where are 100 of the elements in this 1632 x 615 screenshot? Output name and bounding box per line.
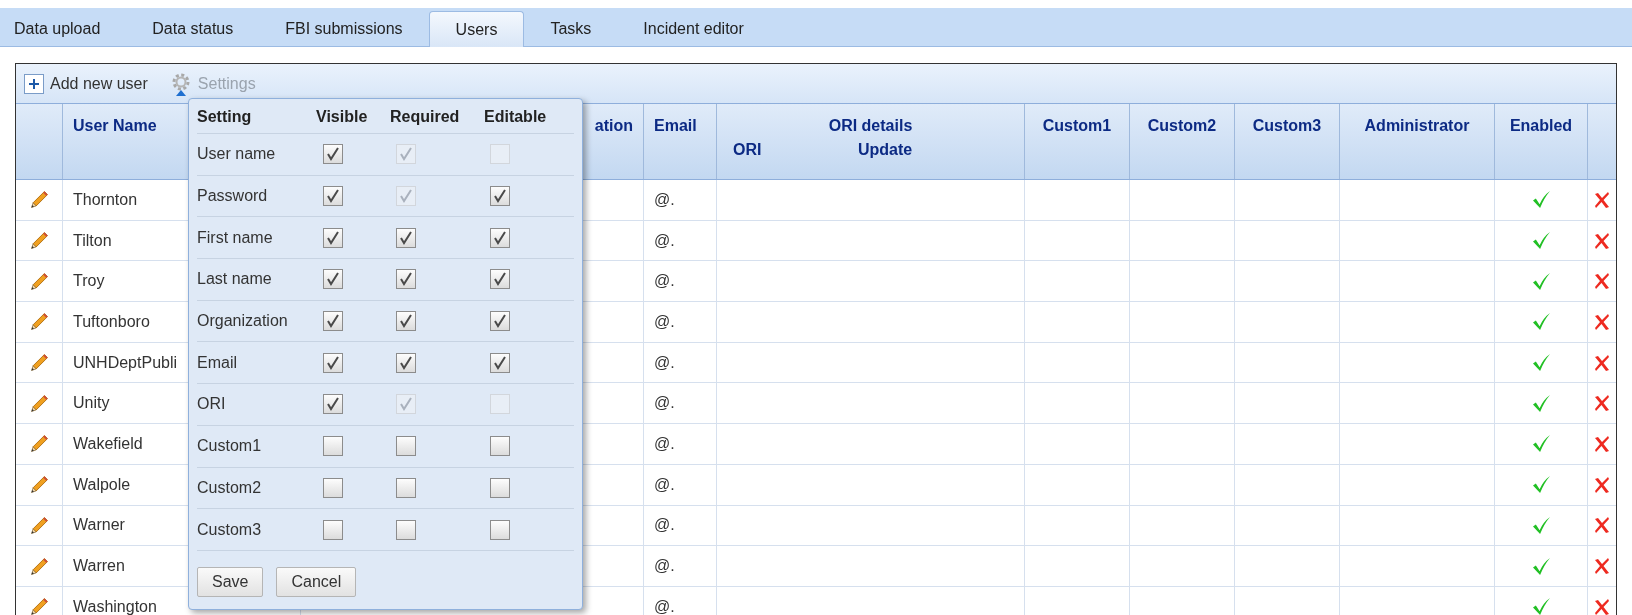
- table-cell: Tuftonboro: [73, 313, 150, 330]
- delete-icon[interactable]: [1594, 558, 1610, 575]
- setting-label: ORI: [197, 394, 227, 415]
- table-cell: Wakefield: [73, 435, 143, 452]
- delete-icon[interactable]: [1594, 517, 1610, 534]
- delete-icon[interactable]: [1594, 273, 1610, 290]
- delete-icon[interactable]: [1594, 191, 1610, 208]
- column-header: Required: [390, 107, 461, 127]
- pencil-icon[interactable]: [30, 272, 48, 290]
- table-cell: UNHDeptPubli: [73, 354, 178, 371]
- setting-label: Email: [197, 352, 238, 373]
- checkbox[interactable]: [396, 352, 416, 373]
- column-header: ation: [594, 116, 633, 136]
- checkbox[interactable]: [323, 519, 343, 540]
- column-header: Custom1: [1042, 116, 1112, 136]
- checkbox[interactable]: [323, 394, 343, 415]
- tab[interactable]: FBI submissions: [259, 11, 429, 46]
- pencil-icon[interactable]: [30, 435, 48, 453]
- pencil-icon[interactable]: [30, 191, 48, 209]
- checkbox[interactable]: [323, 269, 343, 290]
- delete-icon[interactable]: [1594, 395, 1610, 412]
- checkbox[interactable]: [323, 186, 343, 207]
- column-header: Administrator: [1364, 116, 1470, 136]
- pencil-icon[interactable]: [30, 557, 48, 575]
- column-header: ORI: [733, 140, 763, 160]
- table-cell: @.: [654, 232, 675, 249]
- checkbox[interactable]: [323, 311, 343, 332]
- checkbox[interactable]: [323, 352, 343, 373]
- checkbox[interactable]: [396, 436, 416, 457]
- delete-icon[interactable]: [1594, 476, 1610, 493]
- column-header: Enabled: [1509, 116, 1573, 136]
- pencil-icon[interactable]: [30, 476, 48, 494]
- table-cell: @.: [654, 395, 675, 412]
- save-button[interactable]: Save: [197, 566, 264, 597]
- checkbox[interactable]: [323, 144, 343, 165]
- setting-label: Custom3: [197, 519, 263, 540]
- pencil-icon[interactable]: [30, 232, 48, 250]
- tab[interactable]: Incident editor: [617, 11, 770, 46]
- pencil-icon[interactable]: [30, 516, 48, 534]
- checkbox[interactable]: [490, 227, 510, 248]
- tab[interactable]: Tasks: [524, 11, 618, 46]
- table-cell: @.: [654, 191, 675, 208]
- delete-icon[interactable]: [1594, 435, 1610, 452]
- checkbox[interactable]: [490, 519, 510, 540]
- checkbox[interactable]: [490, 186, 510, 207]
- table-cell: Thornton: [73, 191, 138, 208]
- setting-label: Organization: [197, 311, 289, 332]
- table-cell: Unity: [73, 395, 110, 412]
- column-header: Update: [858, 140, 913, 160]
- column-header: Visible: [316, 107, 369, 127]
- pencil-icon[interactable]: [30, 598, 48, 615]
- table-cell: @.: [654, 476, 675, 493]
- checkbox[interactable]: [490, 352, 510, 373]
- pencil-icon[interactable]: [30, 394, 48, 412]
- column-header: Custom2: [1147, 116, 1217, 136]
- checkbox[interactable]: [323, 436, 343, 457]
- checkbox[interactable]: [490, 436, 510, 457]
- checkbox[interactable]: [490, 269, 510, 290]
- table-cell: Tilton: [73, 232, 112, 249]
- column-header: Setting: [197, 107, 253, 127]
- tab[interactable]: Data upload: [0, 11, 127, 46]
- checkbox[interactable]: [396, 269, 416, 290]
- checkbox[interactable]: [396, 477, 416, 498]
- table-cell: @.: [654, 273, 675, 290]
- table-cell: Washington: [73, 598, 157, 615]
- table-cell: @.: [654, 354, 675, 371]
- table-cell: @.: [654, 598, 675, 615]
- pencil-icon[interactable]: [30, 313, 48, 331]
- table-cell: @.: [654, 517, 675, 534]
- delete-icon[interactable]: [1594, 313, 1610, 330]
- cancel-button[interactable]: Cancel: [276, 566, 357, 597]
- checkbox[interactable]: [323, 477, 343, 498]
- column-header: Custom3: [1252, 116, 1322, 136]
- checkbox[interactable]: [396, 311, 416, 332]
- table-cell: Walpole: [73, 476, 131, 493]
- setting-label: Custom1: [197, 436, 263, 457]
- table-cell: @.: [654, 558, 675, 575]
- tab[interactable]: Data status: [126, 11, 260, 46]
- table-cell: Warren: [73, 558, 125, 575]
- checkbox[interactable]: [396, 519, 416, 540]
- column-header: Email: [654, 116, 697, 136]
- checkbox[interactable]: [490, 477, 510, 498]
- plus-icon: [24, 73, 44, 94]
- setting-label: Custom2: [197, 477, 263, 498]
- table-cell: @.: [654, 313, 675, 330]
- pencil-icon[interactable]: [30, 354, 48, 372]
- checkbox[interactable]: [490, 311, 510, 332]
- delete-icon[interactable]: [1594, 232, 1610, 249]
- setting-label: First name: [197, 227, 274, 248]
- tab[interactable]: Users: [428, 11, 525, 47]
- column-header: User Name: [73, 116, 157, 136]
- table-cell: Warner: [73, 517, 125, 534]
- column-header: Editable: [484, 107, 548, 127]
- checkbox[interactable]: [396, 227, 416, 248]
- setting-label: Last name: [197, 269, 273, 290]
- table-cell: Troy: [73, 273, 105, 290]
- add-user-button[interactable]: Add new user: [24, 71, 148, 96]
- delete-icon[interactable]: [1594, 354, 1610, 371]
- checkbox[interactable]: [323, 227, 343, 248]
- delete-icon[interactable]: [1594, 598, 1610, 615]
